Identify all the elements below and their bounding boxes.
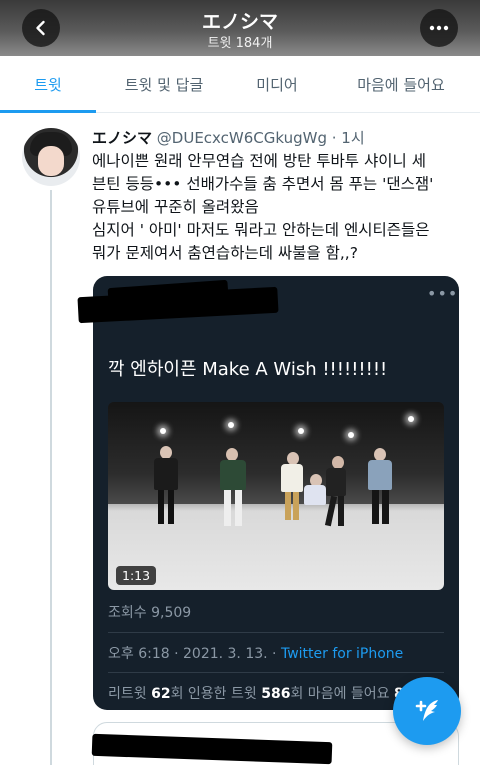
- display-name[interactable]: エノシマ: [92, 129, 152, 147]
- retweets-label: 리트윗: [108, 686, 152, 702]
- profile-tabs: 트윗 트윗 및 답글 미디어 마음에 들어요: [0, 56, 480, 113]
- tweet-line: 뭐가 문제여서 춤연습하는데 싸불을 함,,?: [92, 244, 358, 262]
- likes-label: 마음에 들어요: [303, 686, 394, 702]
- quotes-label: 인용한 트윗: [183, 686, 262, 702]
- tweet-count: 트윗 184개: [207, 36, 273, 51]
- retweets-count[interactable]: 62: [151, 686, 170, 702]
- quotes-unit: 회: [290, 686, 304, 702]
- handle-and-time: @DUEcxcW6CGkugWg · 1시: [156, 129, 365, 147]
- tweet-line: 유튜브에 꾸준히 올려왔음: [92, 198, 259, 216]
- avatar[interactable]: [22, 128, 80, 186]
- source-link[interactable]: Twitter for iPhone: [281, 646, 403, 662]
- tweet-text: 에나이쁜 원래 안무연습 전에 방탄 투바투 샤이니 세 븐틴 등등••• 선배…: [92, 150, 470, 265]
- tab-label: 미디어: [256, 75, 298, 94]
- view-count: 조회수 9,509: [108, 605, 192, 621]
- tab-media[interactable]: 미디어: [232, 56, 322, 112]
- divider: [108, 672, 444, 673]
- active-tab-indicator: [0, 110, 96, 113]
- tab-tweets[interactable]: 트윗: [0, 56, 96, 113]
- tweet-timestamp: 오후 6:18 · 2021. 3. 13. · Twitter for iPh…: [108, 643, 403, 663]
- quotes-count[interactable]: 586: [261, 686, 290, 702]
- tab-label: 트윗 및 답글: [124, 75, 204, 94]
- tab-tweets-and-replies[interactable]: 트윗 및 답글: [96, 56, 232, 112]
- more-button[interactable]: [420, 9, 458, 47]
- profile-header: エノシマ 트윗 184개: [0, 0, 480, 56]
- tab-label: 트윗: [34, 75, 62, 94]
- tweet-header: エノシマ @DUEcxcW6CGkugWg · 1시: [92, 127, 365, 148]
- card-more-icon[interactable]: •••: [427, 284, 464, 303]
- video-duration: 1:13: [116, 566, 157, 585]
- tweet-line: 심지어 ' 아미' 마저도 뭐라고 안하는데 엔시티즌들은: [92, 221, 430, 239]
- timestamp-text: 오후 6:18 · 2021. 3. 13. ·: [108, 646, 281, 662]
- ellipsis-icon: [429, 25, 449, 31]
- video-thumbnail[interactable]: [108, 402, 444, 590]
- profile-title: エノシマ: [201, 11, 278, 33]
- compose-tweet-icon: [415, 700, 438, 721]
- tab-label: 마음에 들어요: [357, 75, 445, 94]
- compose-tweet-button[interactable]: [393, 677, 461, 745]
- retweets-unit: 회: [170, 686, 184, 702]
- tweet-line: 븐틴 등등••• 선배가수들 춤 추면서 몸 푸는 '댄스잼': [92, 175, 434, 193]
- quoted-text: 깍 엔하이픈 Make A Wish !!!!!!!!!: [108, 359, 388, 380]
- divider: [108, 632, 444, 633]
- thread-line: [50, 190, 52, 765]
- tweet-line: 에나이쁜 원래 안무연습 전에 방탄 투바투 샤이니 세: [92, 152, 426, 170]
- tab-likes[interactable]: 마음에 들어요: [322, 56, 480, 112]
- engagement-stats: 리트윗 62회 인용한 트윗 586회 마음에 들어요 8: [108, 683, 404, 703]
